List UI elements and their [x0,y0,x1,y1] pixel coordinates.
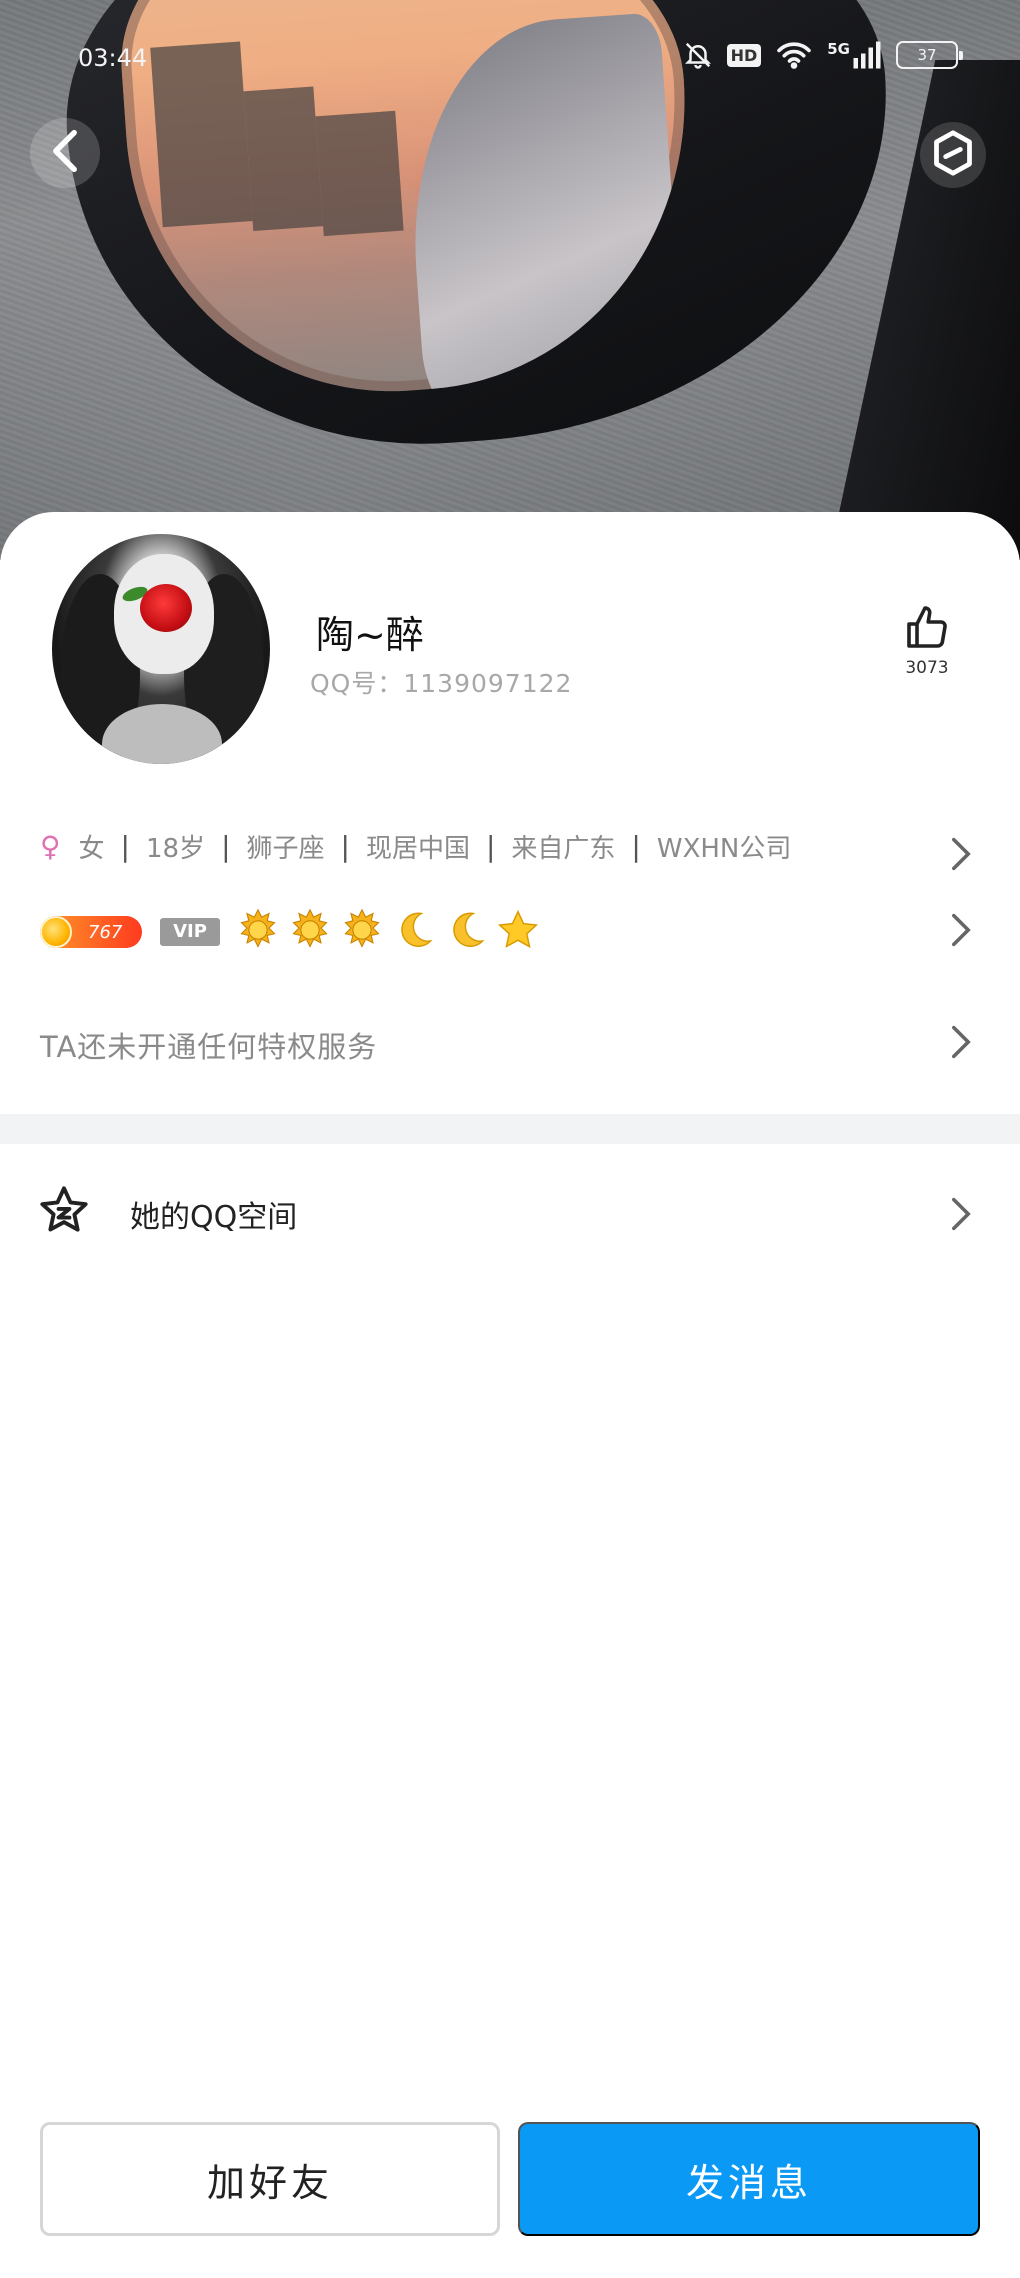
chevron-right-icon [950,1196,972,1232]
divider: | [340,830,350,863]
divider: | [221,830,231,863]
moon-icon [392,908,436,952]
info-location: 现居中国 [365,834,470,864]
section-divider [0,1114,1020,1144]
like-button[interactable]: 3073 [892,604,962,678]
chevron-right-icon [950,836,972,872]
status-icons: HD 5G 37 [683,40,963,70]
hd-icon: HD [726,43,762,67]
vip-badge: VIP [160,918,220,946]
female-icon: ♀ [40,830,61,863]
profile-card: 陶~醉 QQ号：1139097122 3073 ♀ 女 | 18岁 | 狮子座 … [0,512,1020,2278]
vip-level-row[interactable]: 767 VIP [0,904,1020,964]
wifi-icon [775,40,813,70]
sun-icon [236,908,280,952]
qq-number: QQ号：1139097122 [310,669,573,698]
info-gender: 女 [78,834,105,864]
signal-5g-icon: 5G [827,40,882,70]
info-company: WXHN公司 [656,834,792,864]
thumbs-up-icon [903,606,951,656]
avatar[interactable] [52,534,270,764]
sun-icon [340,908,384,952]
add-friend-button[interactable]: 加好友 [40,2122,500,2236]
chevron-left-icon [47,129,83,177]
rose-image [140,584,192,632]
info-age: 18岁 [145,834,206,864]
qzone-star-icon [38,1184,90,1240]
qzone-label: 她的QQ空间 [130,1200,298,1235]
network-label: 5G [827,40,850,58]
sun-icon [288,908,332,952]
divider: | [485,830,496,863]
level-number: 767 [88,921,123,943]
privilege-text: TA还未开通任何特权服务 [40,1030,378,1064]
divider: | [631,830,641,863]
status-bar: 03:44 HD 5G 37 [0,38,1020,78]
profile-settings-button[interactable] [920,122,986,188]
basic-info-list: ♀ 女 | 18岁 | 狮子座 | 现居中国 | 来自广东 | WXHN公司 [40,828,791,865]
qzone-row[interactable]: 她的QQ空间 [0,1174,1020,1254]
moon-icon [444,908,488,952]
privilege-row[interactable]: TA还未开通任何特权服务 [0,1012,1020,1072]
level-badge: 767 [40,916,142,948]
info-zodiac: 狮子座 [246,834,325,864]
status-time: 03:44 [78,44,148,72]
coin-icon [40,916,72,948]
info-hometown: 来自广东 [511,834,616,864]
chevron-right-icon [950,912,972,948]
battery-icon: 37 [896,41,963,69]
like-count: 3073 [905,658,949,678]
bell-muted-icon [683,40,713,70]
level-icons [236,908,540,952]
hexagon-icon [931,129,975,181]
divider: | [120,830,130,863]
back-button[interactable] [30,118,100,188]
star-icon [496,908,540,952]
chevron-right-icon [950,1024,972,1060]
profile-name: 陶~醉 [316,613,424,657]
basic-info-row[interactable]: ♀ 女 | 18岁 | 狮子座 | 现居中国 | 来自广东 | WXHN公司 [0,818,1020,878]
send-message-button[interactable]: 发消息 [518,2122,980,2236]
cover-photo: 03:44 HD 5G 37 [0,0,1020,560]
